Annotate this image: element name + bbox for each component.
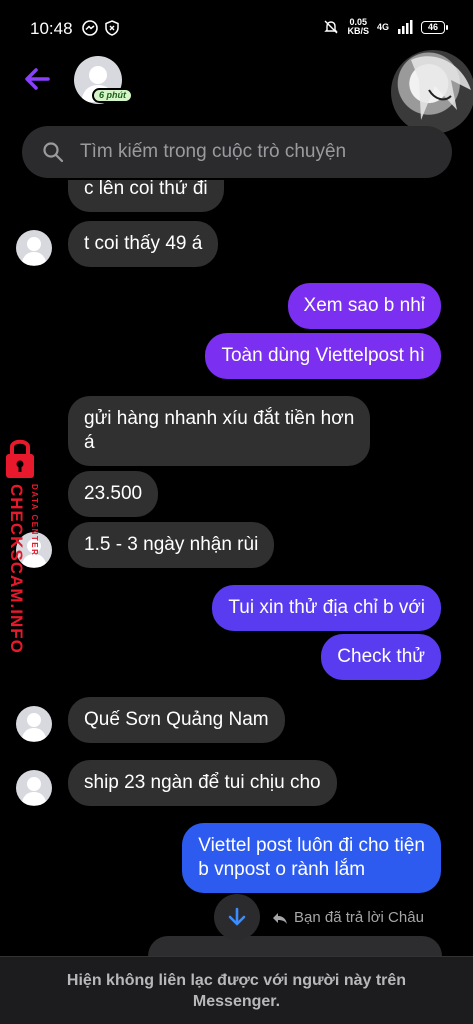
- status-left-icons: [82, 20, 120, 36]
- default-avatar-icon: [21, 237, 47, 265]
- message-text: Check thử: [337, 646, 425, 667]
- message-bubble-out[interactable]: Toàn dùng Viettelpost hì: [205, 333, 441, 379]
- unavailable-notice-text: Hiện không liên lạc được với người này t…: [66, 971, 407, 1010]
- message-text: Quế Sơn Quảng Nam: [84, 709, 269, 730]
- reply-icon: [273, 912, 287, 924]
- reply-indicator: Bạn đã trả lời Châu: [272, 909, 424, 926]
- decoration-image: [391, 50, 473, 134]
- status-bar: 10:48 0.05 KB/S 4G 46: [0, 0, 473, 56]
- shield-icon: [105, 20, 119, 36]
- unavailable-notice: Hiện không liên lạc được với người này t…: [0, 956, 473, 1024]
- message-bubble-in[interactable]: c lên coi thử đi: [68, 180, 224, 212]
- watermark-brand: CHECKSCAM.INFO: [7, 484, 26, 654]
- search-bar[interactable]: Tìm kiếm trong cuộc trò chuyện: [22, 126, 452, 178]
- message-bubble-in[interactable]: gửi hàng nhanh xíu đắt tiền hơn á: [68, 396, 371, 466]
- signal-icon: [398, 20, 413, 34]
- message-bubble-out[interactable]: Check thử: [321, 634, 441, 680]
- arrow-down-icon: [228, 907, 246, 926]
- message-text-line1: Viettel post luôn đi cho tiện: [198, 835, 425, 856]
- message-text-line2: á: [84, 432, 95, 453]
- scroll-to-bottom-button[interactable]: [214, 894, 260, 940]
- message-bubble-out[interactable]: Tui xin thử địa chỉ b với: [212, 585, 441, 631]
- active-status-badge: 6 phút: [92, 88, 133, 103]
- reply-indicator-text: Bạn đã trả lời Châu: [294, 909, 424, 926]
- message-text-line2: b vnpost o rành lắm: [198, 859, 366, 880]
- message-bubble-out[interactable]: Viettel post luôn đi cho tiện b vnpost o…: [182, 823, 441, 893]
- message-text: 1.5 - 3 ngày nhận rùi: [84, 534, 259, 555]
- contact-avatar-small[interactable]: [16, 770, 52, 806]
- contact-avatar-small[interactable]: [16, 706, 52, 742]
- message-text: Xem sao b nhỉ: [303, 295, 425, 316]
- back-arrow-icon[interactable]: [20, 62, 54, 96]
- conversation-header: 6 phút: [0, 50, 473, 134]
- status-right: 0.05 KB/S 4G 46: [323, 18, 448, 36]
- contact-avatar-small[interactable]: [16, 230, 52, 266]
- message-text: Toàn dùng Viettelpost hì: [221, 345, 425, 366]
- message-text: t coi thấy 49 á: [84, 233, 203, 254]
- message-bubble-in[interactable]: Quế Sơn Quảng Nam: [68, 697, 285, 743]
- message-bubble-in[interactable]: ship 23 ngàn để tui chịu cho: [68, 760, 337, 806]
- message-bubble-in[interactable]: t coi thấy 49 á: [68, 221, 219, 267]
- net-speed: 0.05 KB/S: [347, 18, 369, 36]
- lock-watermark-icon: [6, 439, 34, 478]
- message-bubble-in[interactable]: 23.500: [68, 471, 159, 517]
- battery-indicator: 46: [421, 20, 448, 34]
- message-bubble-in[interactable]: 1.5 - 3 ngày nhận rùi: [68, 522, 275, 568]
- messenger-icon: [82, 20, 98, 36]
- search-input[interactable]: Tìm kiếm trong cuộc trò chuyện: [80, 141, 346, 163]
- status-time: 10:48: [30, 19, 73, 38]
- net-speed-unit: KB/S: [347, 26, 369, 36]
- message-text: Tui xin thử địa chỉ b với: [228, 597, 425, 618]
- message-text-line1: gửi hàng nhanh xíu đắt tiền hơn: [84, 408, 355, 429]
- search-icon: [43, 142, 64, 163]
- watermark-sub: DATA CENTER: [30, 484, 39, 557]
- message-list[interactable]: c lên coi thử đi t coi thấy 49 á Xem sao…: [0, 180, 473, 956]
- default-avatar-icon: [21, 777, 47, 805]
- default-avatar-icon: [21, 713, 47, 741]
- message-text: 23.500: [84, 483, 143, 504]
- message-bubble-out[interactable]: Xem sao b nhỉ: [287, 283, 441, 329]
- message-text: c lên coi thử đi: [84, 180, 208, 199]
- message-text: ship 23 ngàn để tui chịu cho: [84, 772, 321, 793]
- bell-muted-icon: [324, 20, 339, 34]
- network-type: 4G: [376, 22, 389, 32]
